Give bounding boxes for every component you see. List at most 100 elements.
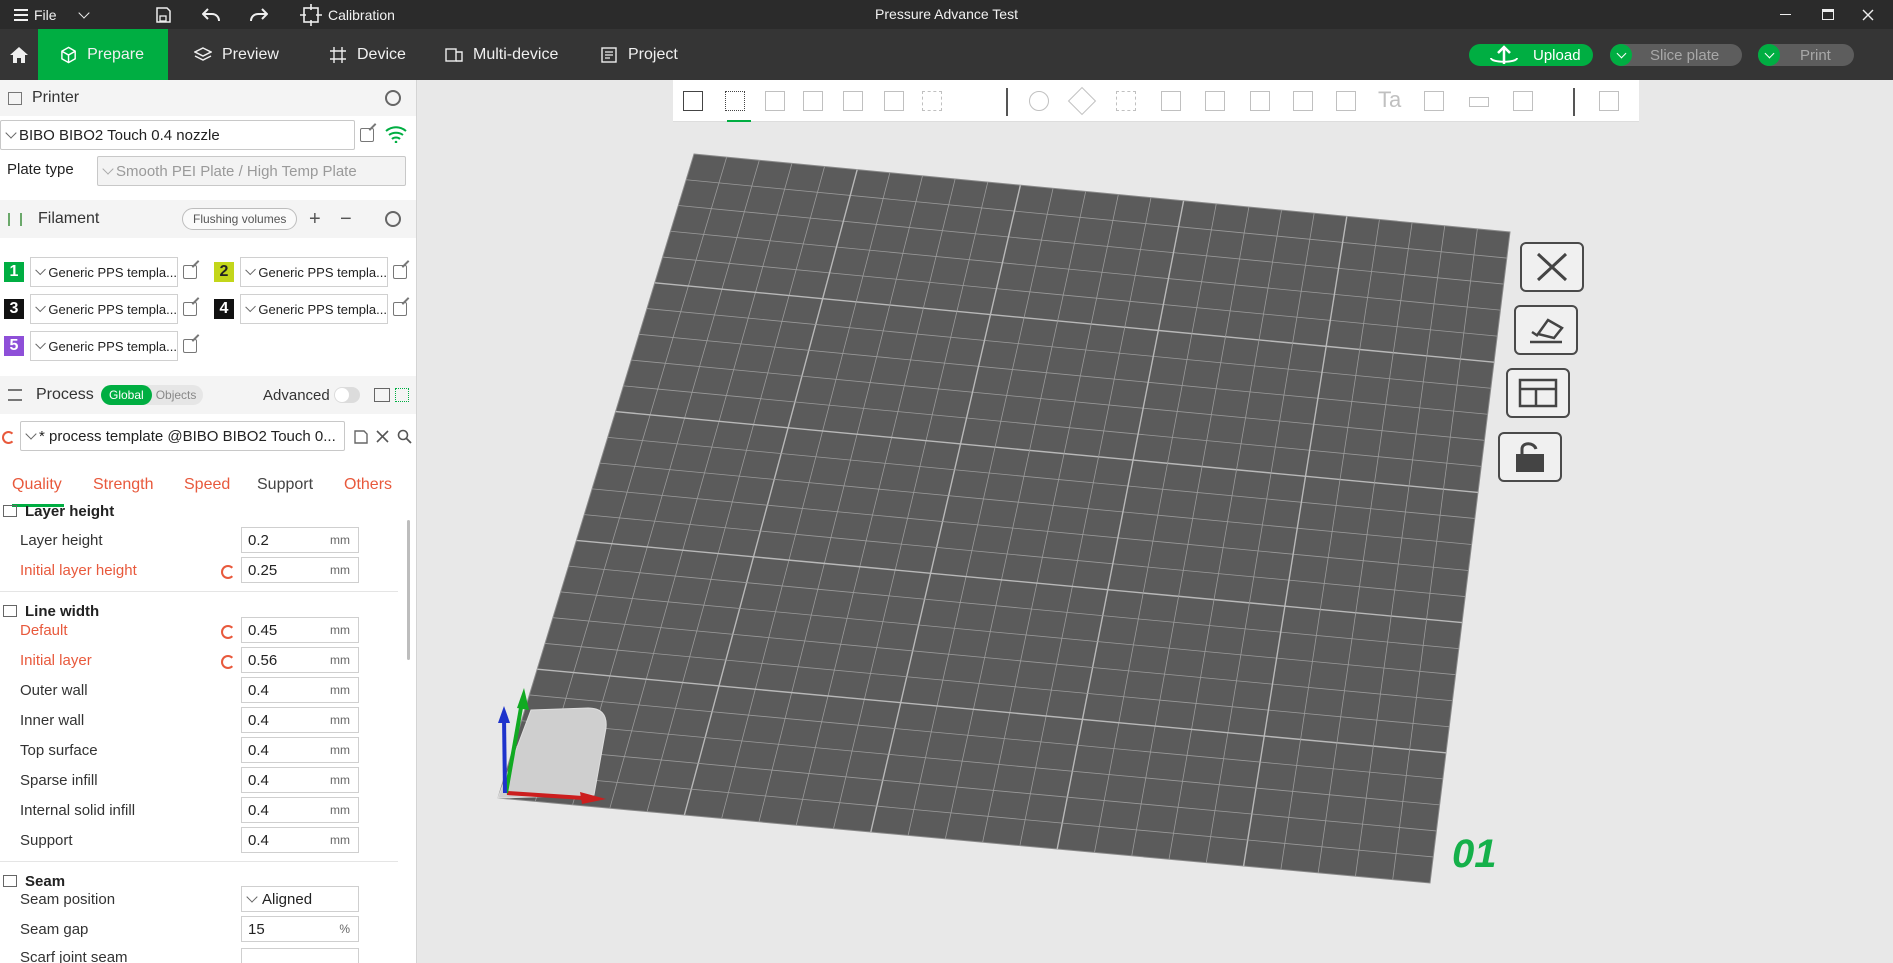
initial-layer-height-input[interactable]: 0.25 mm: [241, 557, 359, 583]
redo-button[interactable]: [250, 0, 268, 29]
initial-layer-line-width-input[interactable]: 0.56 mm: [241, 647, 359, 673]
edit-filament-icon[interactable]: [183, 302, 197, 316]
settings-scrollbar[interactable]: [407, 520, 410, 660]
measure-tool-button[interactable]: [1463, 87, 1495, 115]
reset-value-icon[interactable]: [221, 565, 235, 579]
color-paint-button[interactable]: [1418, 87, 1450, 115]
global-objects-toggle[interactable]: Global Objects: [101, 385, 203, 405]
print-dropdown-button[interactable]: [1758, 44, 1780, 66]
edit-printer-icon[interactable]: [360, 128, 374, 142]
file-dropdown-button[interactable]: [78, 0, 90, 29]
scarf-joint-seam-select[interactable]: [241, 948, 359, 963]
assembly-tool-button[interactable]: [1507, 87, 1539, 115]
filament-slot-number[interactable]: 3: [4, 299, 24, 319]
reset-preset-icon[interactable]: [2, 431, 15, 444]
plate-type-select[interactable]: Smooth PEI Plate / High Temp Plate: [97, 156, 406, 186]
filament-slot-number[interactable]: 5: [4, 336, 24, 356]
delete-plate-button[interactable]: [1520, 242, 1584, 292]
split-layers-button[interactable]: [916, 87, 948, 115]
save-button[interactable]: [155, 0, 171, 29]
seam-gap-input[interactable]: 15%: [241, 916, 359, 942]
compare-icon[interactable]: [395, 388, 409, 402]
text-tool-button[interactable]: Ta: [1374, 87, 1406, 115]
home-button[interactable]: [0, 29, 38, 80]
plate-p-button[interactable]: [878, 87, 910, 115]
tab-preview[interactable]: Preview: [172, 29, 303, 80]
arrange-button[interactable]: [797, 87, 829, 115]
seam-position-select[interactable]: Aligned: [241, 886, 359, 912]
default-line-width-input[interactable]: 0.45 mm: [241, 617, 359, 643]
tab-multi-device[interactable]: Multi-device: [423, 29, 582, 80]
auto-orient-button[interactable]: [759, 87, 791, 115]
cut-tool-button[interactable]: [1199, 87, 1231, 115]
layer-height-input[interactable]: 0.2 mm: [241, 527, 359, 553]
wifi-icon[interactable]: [384, 125, 408, 143]
remove-filament-button[interactable]: −: [340, 208, 352, 231]
filament-select-1[interactable]: Generic PPS templa...: [30, 257, 178, 287]
tab-prepare[interactable]: Prepare: [38, 29, 168, 80]
print-button[interactable]: Print: [1758, 44, 1854, 66]
lay-on-face-button[interactable]: [1155, 87, 1187, 115]
outer-wall-input[interactable]: 0.4 mm: [241, 677, 359, 703]
edit-filament-icon[interactable]: [393, 302, 407, 316]
gear-icon[interactable]: [385, 90, 401, 106]
toggle-objects[interactable]: Objects: [152, 388, 197, 402]
edit-filament-icon[interactable]: [393, 265, 407, 279]
support-paint-button[interactable]: [1287, 87, 1319, 115]
process-preset-select[interactable]: * process template @BIBO BIBO2 Touch 0..…: [20, 421, 345, 451]
explode-view-button[interactable]: [1593, 87, 1625, 115]
advanced-toggle[interactable]: [334, 387, 360, 403]
add-plate-button[interactable]: [719, 87, 751, 115]
filament-select-3[interactable]: Generic PPS templa...: [30, 294, 178, 324]
lock-plate-button[interactable]: [1498, 432, 1562, 482]
close-window-button[interactable]: [1848, 0, 1888, 29]
rotate-tool-button[interactable]: [1066, 86, 1098, 116]
reset-value-icon[interactable]: [221, 625, 235, 639]
printer-select[interactable]: BIBO BIBO2 Touch 0.4 nozzle: [0, 120, 355, 150]
slice-dropdown-button[interactable]: [1610, 44, 1632, 66]
save-preset-icon[interactable]: [354, 430, 368, 444]
filament-slot-number[interactable]: 2: [214, 262, 234, 282]
calibration-menu[interactable]: Calibration: [300, 0, 395, 29]
file-menu[interactable]: File: [14, 0, 57, 29]
list-view-icon[interactable]: [374, 388, 390, 402]
boolean-tool-button[interactable]: [1244, 87, 1276, 115]
tab-others[interactable]: Others: [344, 476, 392, 494]
internal-solid-infill-input[interactable]: 0.4 mm: [241, 797, 359, 823]
upload-button[interactable]: Upload: [1469, 44, 1593, 66]
sparse-infill-input[interactable]: 0.4 mm: [241, 767, 359, 793]
minimize-button[interactable]: [1765, 0, 1805, 29]
tab-speed[interactable]: Speed: [184, 476, 230, 494]
edit-filament-icon[interactable]: [183, 265, 197, 279]
maximize-button[interactable]: [1808, 0, 1848, 29]
auto-orient-plate-button[interactable]: [1514, 305, 1578, 355]
edit-filament-icon[interactable]: [183, 339, 197, 353]
plate-one-button[interactable]: [837, 87, 869, 115]
tab-support[interactable]: Support: [257, 476, 313, 494]
arrange-plate-button[interactable]: [1506, 368, 1570, 418]
filament-slot-number[interactable]: 1: [4, 262, 24, 282]
add-filament-button[interactable]: +: [309, 208, 321, 231]
build-plate-canvas[interactable]: [418, 80, 1893, 963]
tab-quality[interactable]: Quality: [12, 476, 62, 494]
tab-device[interactable]: Device: [307, 29, 430, 80]
toggle-global[interactable]: Global: [101, 385, 152, 405]
add-object-button[interactable]: [677, 87, 709, 115]
seam-paint-button[interactable]: [1330, 87, 1362, 115]
support-line-width-input[interactable]: 0.4 mm: [241, 827, 359, 853]
reset-value-icon[interactable]: [221, 655, 235, 669]
move-tool-button[interactable]: [1023, 87, 1055, 115]
filament-select-2[interactable]: Generic PPS templa...: [240, 257, 388, 287]
tab-project[interactable]: Project: [578, 29, 702, 80]
undo-button[interactable]: [202, 0, 220, 29]
filament-select-5[interactable]: Generic PPS templa...: [30, 331, 178, 361]
search-icon[interactable]: [397, 429, 412, 444]
inner-wall-input[interactable]: 0.4 mm: [241, 707, 359, 733]
scale-tool-button[interactable]: [1110, 87, 1142, 115]
tab-strength[interactable]: Strength: [93, 476, 153, 494]
flushing-volumes-button[interactable]: Flushing volumes: [182, 208, 298, 230]
top-surface-input[interactable]: 0.4 mm: [241, 737, 359, 763]
filament-select-4[interactable]: Generic PPS templa...: [240, 294, 388, 324]
close-icon[interactable]: [376, 430, 389, 443]
slice-plate-button[interactable]: Slice plate: [1610, 44, 1742, 66]
